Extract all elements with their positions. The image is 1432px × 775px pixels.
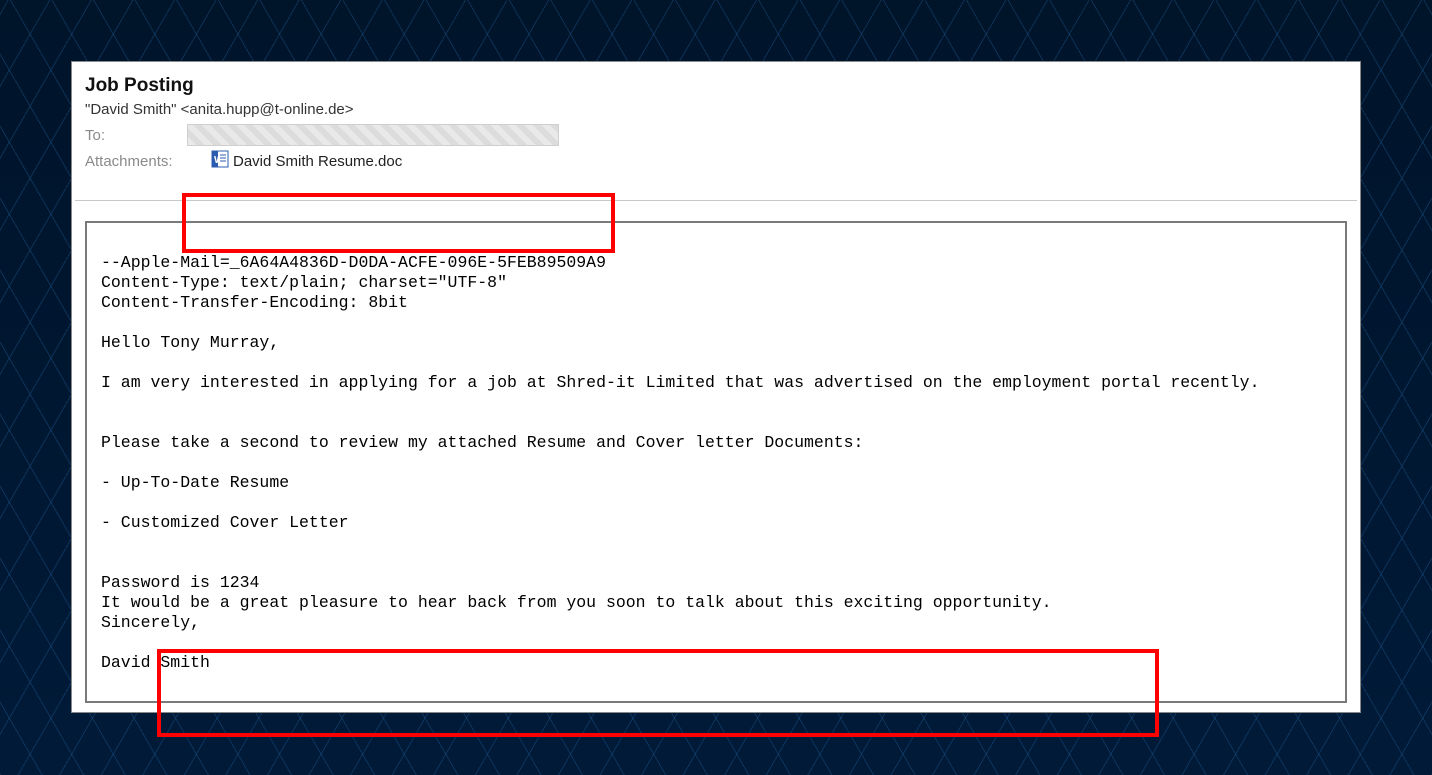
attachments-row: Attachments: W David Smith Resume.doc — [85, 150, 1347, 172]
email-subject: Job Posting — [85, 75, 1347, 97]
email-window: Job Posting "David Smith" <anita.hupp@t-… — [72, 62, 1360, 712]
to-label: To: — [85, 127, 187, 144]
signature-line: David Smith — [101, 653, 210, 672]
header-divider — [75, 200, 1357, 201]
paragraph-1: I am very interested in applying for a j… — [101, 373, 1260, 392]
greeting-line: Hello Tony Murray, — [101, 333, 279, 352]
attachment-filename[interactable]: David Smith Resume.doc — [233, 153, 402, 170]
paragraph-2: Please take a second to review my attach… — [101, 433, 863, 452]
content-type-line: Content-Type: text/plain; charset="UTF-8… — [101, 273, 507, 292]
email-header: Job Posting "David Smith" <anita.hupp@t-… — [75, 65, 1357, 172]
bullet-resume: - Up-To-Date Resume — [101, 473, 289, 492]
email-body-frame: --Apple-Mail=_6A64A4836D-D0DA-ACFE-096E-… — [85, 221, 1347, 703]
word-document-icon: W — [211, 150, 229, 172]
content-transfer-encoding-line: Content-Transfer-Encoding: 8bit — [101, 293, 408, 312]
email-body-text: --Apple-Mail=_6A64A4836D-D0DA-ACFE-096E-… — [87, 223, 1345, 687]
to-row: To: — [85, 124, 1347, 146]
to-field-redacted — [187, 124, 559, 146]
email-from: "David Smith" <anita.hupp@t-online.de> — [85, 101, 1347, 118]
paragraph-3: It would be a great pleasure to hear bac… — [101, 593, 1052, 612]
attachments-label: Attachments: — [85, 153, 187, 170]
mime-boundary: --Apple-Mail=_6A64A4836D-D0DA-ACFE-096E-… — [101, 253, 606, 272]
bullet-cover-letter: - Customized Cover Letter — [101, 513, 349, 532]
closing-line: Sincerely, — [101, 613, 200, 632]
password-line: Password is 1234 — [101, 573, 259, 592]
